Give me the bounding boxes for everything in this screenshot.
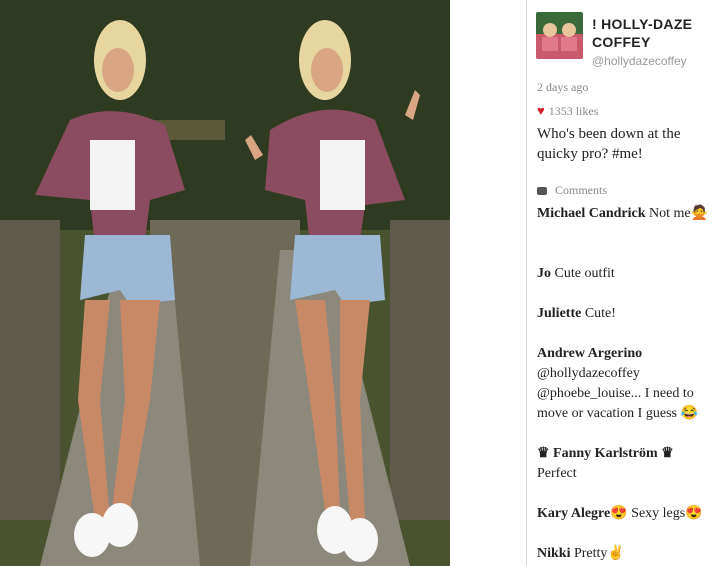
comment-text: Perfect	[537, 466, 577, 481]
heart-icon[interactable]: ♥	[537, 103, 545, 118]
comment-text: Sexy legs😍	[631, 506, 703, 521]
comment-text: Cute!	[584, 306, 616, 321]
post-caption: Who's been down at the quicky pro? #me!	[537, 126, 681, 162]
post-timestamp: 2 days ago	[537, 80, 589, 94]
speech-bubble-icon	[537, 187, 547, 195]
username[interactable]: ! HOLLY-DAZE COFFEY	[592, 15, 722, 51]
whitespace-gutter	[450, 0, 526, 566]
user-handle[interactable]: @hollydazecoffey	[592, 54, 687, 68]
post-header: ! HOLLY-DAZE COFFEY @hollydazecoffey	[536, 12, 721, 72]
likes-label: 1353 likes	[548, 104, 599, 118]
comment-item: Juliette Cute!	[537, 304, 720, 324]
comments-label: Comments	[555, 183, 608, 197]
post-photo[interactable]	[0, 0, 450, 566]
comments-heading: Comments	[537, 183, 607, 198]
comment-text: Pretty✌	[573, 546, 625, 561]
comment-item: Nikki Pretty✌	[537, 544, 720, 564]
comment-text: Cute outfit	[554, 266, 615, 281]
comment-item: Andrew Argerino @hollydazecoffey @phoebe…	[537, 344, 720, 424]
comment-text: Not me🙅	[649, 206, 709, 221]
avatar[interactable]	[536, 12, 583, 59]
comment-author[interactable]: Jo	[537, 266, 551, 281]
comment-author[interactable]: Kary Alegre😍	[537, 506, 628, 521]
comment-author[interactable]: Juliette	[537, 306, 581, 321]
comment-item: ♛ Fanny Karlström ♛ Perfect	[537, 444, 720, 484]
photo-left-half	[0, 0, 225, 566]
comment-item: Michael Candrick Not me🙅	[537, 204, 720, 224]
post-details-panel: ! HOLLY-DAZE COFFEY @hollydazecoffey 2 d…	[526, 0, 725, 566]
comment-author[interactable]: Nikki	[537, 546, 570, 561]
photo-right-half	[225, 0, 450, 566]
comment-text: @hollydazecoffey @phoebe_louise... I nee…	[537, 366, 698, 421]
comment-author[interactable]: Michael Candrick	[537, 206, 646, 221]
comment-author[interactable]: ♛ Fanny Karlström ♛	[537, 446, 674, 461]
comment-author[interactable]: Andrew Argerino	[537, 346, 642, 361]
comment-item: Jo Cute outfit	[537, 264, 720, 284]
like-count: ♥ 1353 likes	[537, 103, 598, 119]
comment-item: Kary Alegre😍 Sexy legs😍	[537, 504, 720, 524]
